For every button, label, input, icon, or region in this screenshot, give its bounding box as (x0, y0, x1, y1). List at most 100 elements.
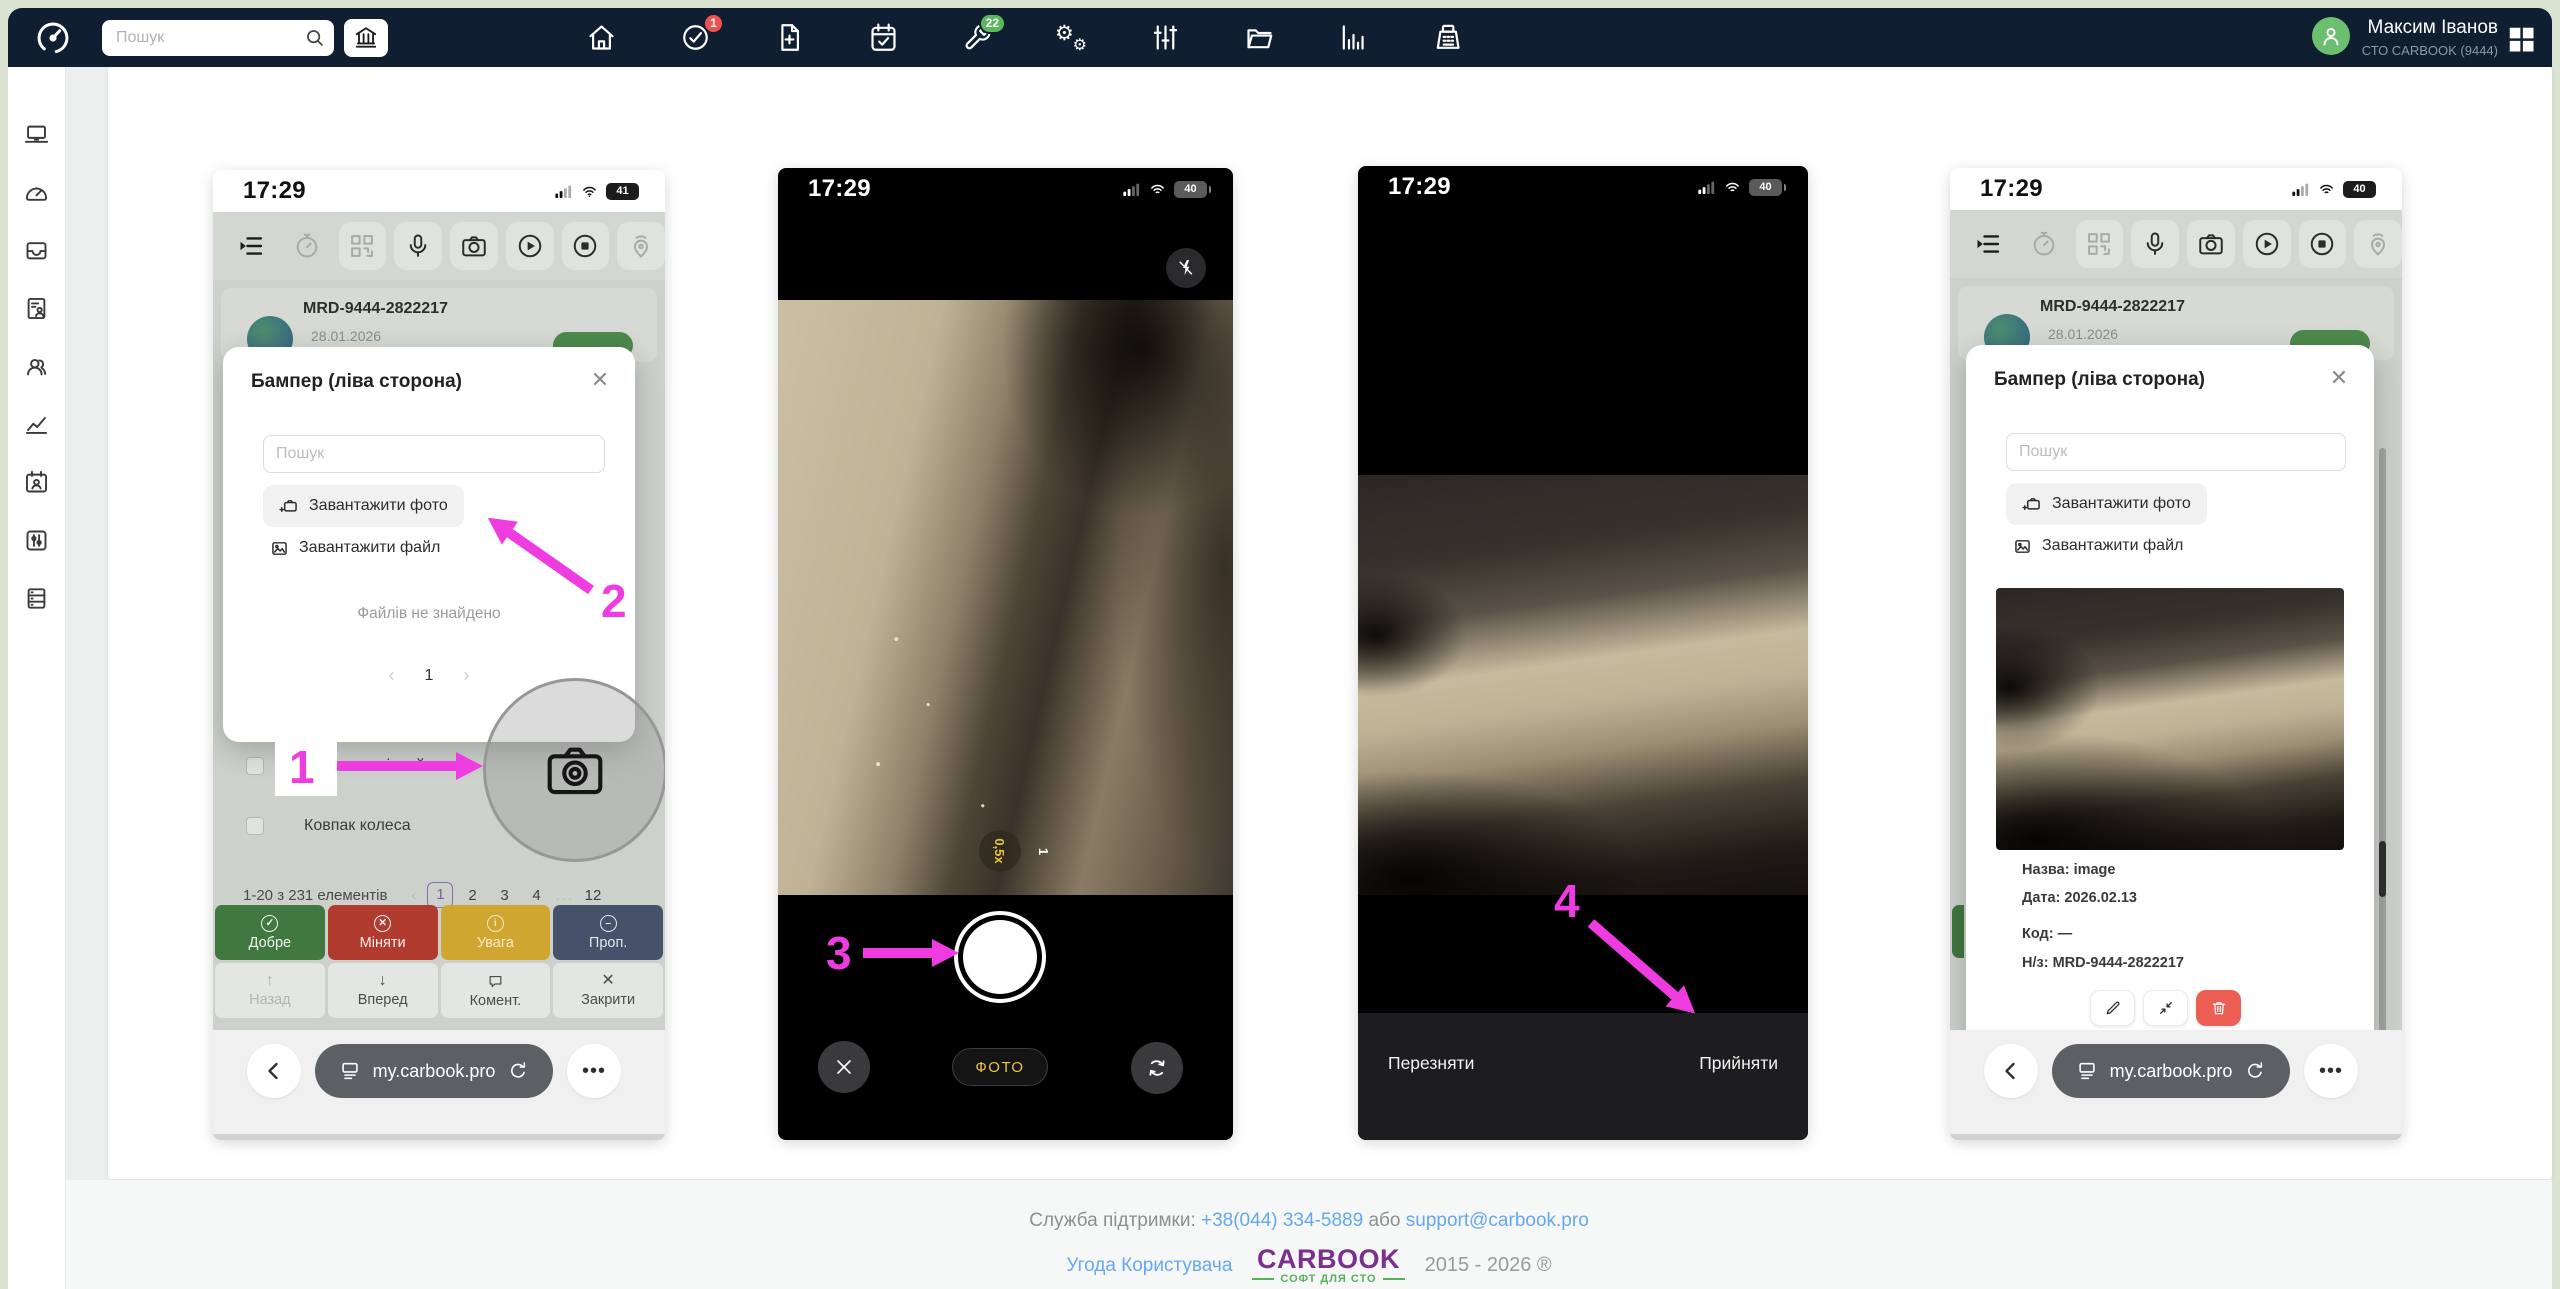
nav-new-order-button[interactable] (772, 21, 806, 55)
timer-icon[interactable] (283, 222, 331, 270)
nav-files-button[interactable] (1242, 21, 1276, 55)
upload-photo-button[interactable]: Завантажити фото (2006, 483, 2207, 525)
zoom-1x-label[interactable]: 1 (1036, 848, 1051, 855)
nav-home-button[interactable] (584, 21, 618, 55)
photo-mode-label[interactable]: ФОТО (952, 1048, 1048, 1086)
x-circle-icon: ✕ (374, 915, 391, 932)
play-icon[interactable] (2243, 220, 2291, 268)
uploaded-photo-thumbnail[interactable] (1996, 588, 2344, 850)
phone2-status-bar: 17:29 40 (778, 168, 1233, 210)
scrollbar-track[interactable] (2379, 448, 2386, 1068)
collapse-photo-button[interactable] (2143, 990, 2188, 1026)
nav-workshop-button[interactable]: 22 (960, 21, 994, 55)
browser-back-button[interactable] (1984, 1044, 2038, 1098)
camera-cancel-button[interactable] (818, 1041, 870, 1093)
upload-file-button[interactable]: Завантажити файл (2012, 533, 2183, 559)
apps-grid-button[interactable] (2506, 22, 2540, 56)
close-button[interactable]: ✕Закрити (553, 963, 663, 1018)
camera-icon[interactable] (450, 222, 498, 270)
sidebar-inbox-icon[interactable] (22, 235, 52, 265)
sidebar-clients-icon[interactable] (22, 351, 52, 381)
sidebar-workstation-icon[interactable] (22, 119, 52, 149)
page-prev-icon[interactable]: ‹ (411, 887, 416, 904)
flash-off-button[interactable] (1166, 248, 1206, 288)
menu-indent-icon[interactable] (227, 222, 275, 270)
skip-button[interactable]: –Проп. (553, 905, 663, 960)
microphone-icon[interactable] (2131, 220, 2179, 268)
phone4-app-toolbar (1950, 210, 2402, 278)
checkbox[interactable] (246, 817, 264, 835)
play-icon[interactable] (506, 222, 554, 270)
sidebar-dashboard-icon[interactable] (22, 177, 52, 207)
support-phone-link[interactable]: +38(044) 334-5889 (1201, 1210, 1363, 1231)
checklist-row[interactable]: Ковпак колеса (246, 817, 411, 835)
nav-tasks-button[interactable]: 1 (678, 21, 712, 55)
good-button[interactable]: ✓Добре (215, 905, 325, 960)
modal-close-icon[interactable]: ✕ (585, 365, 615, 395)
sidebar-analytics-icon[interactable] (22, 409, 52, 439)
attention-button[interactable]: iУвага (441, 905, 551, 960)
browser-more-button[interactable]: ••• (2304, 1044, 2358, 1098)
search-input[interactable] (102, 20, 334, 56)
sidebar-orders-icon[interactable] (22, 293, 52, 323)
user-block[interactable]: Максим Іванов СТО CARBOOK (9444) (2312, 15, 2498, 58)
step3-arrow (863, 948, 933, 958)
forward-button[interactable]: ↓Вперед (328, 963, 438, 1018)
scrollbar-thumb[interactable] (2379, 841, 2386, 897)
signal-icon (1123, 183, 1141, 196)
delete-photo-button[interactable] (2196, 990, 2241, 1026)
qr-scan-icon[interactable] (339, 222, 387, 270)
reload-icon (2244, 1060, 2266, 1082)
browser-more-button[interactable]: ••• (567, 1044, 621, 1098)
location-icon[interactable] (617, 222, 665, 270)
nav-cash-register-button[interactable] (1430, 21, 1464, 55)
nav-filters-button[interactable] (1148, 21, 1182, 55)
cashbox-button[interactable] (344, 19, 388, 57)
microphone-icon[interactable] (394, 222, 442, 270)
page-number-last[interactable]: 12 (580, 887, 606, 904)
retake-button[interactable]: Перезняти (1388, 1053, 1474, 1074)
upload-file-button[interactable]: Завантажити файл (269, 535, 440, 561)
page-number[interactable]: 4 (523, 887, 549, 904)
menu-indent-icon[interactable] (1964, 220, 2012, 268)
qr-scan-icon[interactable] (2076, 220, 2124, 268)
comment-button[interactable]: Комент. (441, 963, 551, 1018)
checkbox[interactable] (246, 757, 264, 775)
sidebar-storage-icon[interactable] (22, 583, 52, 613)
stop-icon[interactable] (2299, 220, 2347, 268)
browser-address-bar[interactable]: my.carbook.pro (2052, 1044, 2290, 1098)
page-number[interactable]: 2 (459, 887, 485, 904)
timer-icon[interactable] (2020, 220, 2068, 268)
sidebar-schedule-icon[interactable] (22, 467, 52, 497)
upload-photo-button[interactable]: Завантажити фото (263, 485, 464, 527)
captured-photo-preview (1358, 475, 1808, 895)
flip-camera-button[interactable] (1131, 1042, 1183, 1094)
back-button[interactable]: ↑Назад (215, 963, 325, 1018)
prev-page-icon[interactable]: ‹ (389, 665, 395, 686)
nav-settings-button[interactable]: ⚙⚙ (1054, 21, 1088, 55)
accept-button[interactable]: Прийняти (1699, 1053, 1778, 1074)
camera-icon[interactable] (2187, 220, 2235, 268)
location-icon[interactable] (2354, 220, 2402, 268)
shutter-button[interactable] (963, 920, 1037, 994)
edit-photo-button[interactable] (2090, 990, 2135, 1026)
modal-search-input[interactable] (2006, 433, 2346, 471)
nav-calendar-button[interactable] (866, 21, 900, 55)
page-number[interactable]: 3 (491, 887, 517, 904)
left-sidebar (8, 67, 66, 1289)
sidebar-controls-icon[interactable] (22, 525, 52, 555)
minus-circle-icon: – (600, 915, 617, 932)
wifi-icon (1723, 180, 1742, 195)
modal-search-input[interactable] (263, 435, 605, 473)
browser-back-button[interactable] (247, 1044, 301, 1098)
browser-address-bar[interactable]: my.carbook.pro (315, 1044, 553, 1098)
image-icon (269, 538, 290, 559)
next-page-icon[interactable]: › (463, 665, 469, 686)
user-agreement-link[interactable]: Угода Користувача (1066, 1255, 1232, 1277)
stop-icon[interactable] (562, 222, 610, 270)
support-email-link[interactable]: support@carbook.pro (1406, 1210, 1589, 1231)
nav-reports-button[interactable] (1336, 21, 1370, 55)
zoom-0-5x-button[interactable]: 0,5x (979, 830, 1021, 872)
modal-close-icon[interactable]: ✕ (2324, 363, 2354, 393)
change-button[interactable]: ✕Міняти (328, 905, 438, 960)
